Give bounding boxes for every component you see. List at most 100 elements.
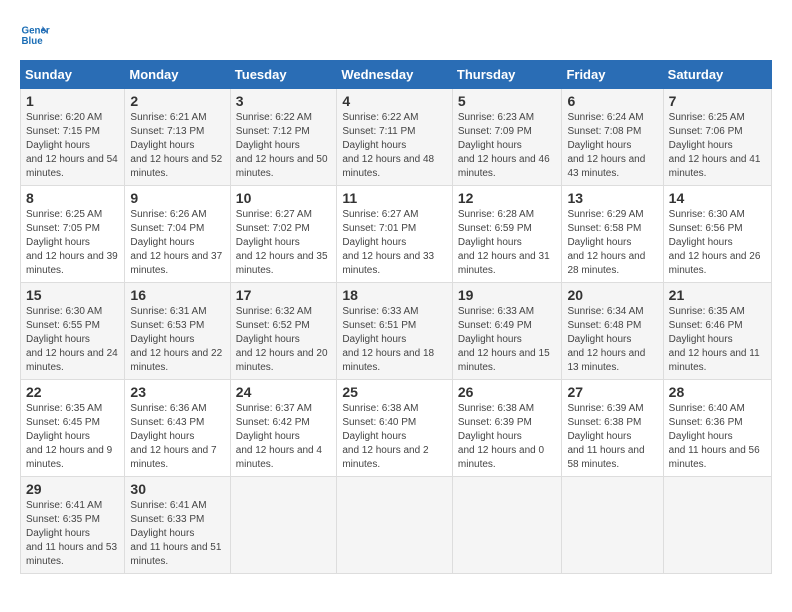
calendar-cell: 12 Sunrise: 6:28 AMSunset: 6:59 PMDaylig… xyxy=(452,186,562,283)
day-number: 14 xyxy=(669,190,766,206)
day-number: 29 xyxy=(26,481,119,497)
day-number: 23 xyxy=(130,384,224,400)
day-number: 19 xyxy=(458,287,557,303)
day-number: 11 xyxy=(342,190,447,206)
calendar-cell: 10 Sunrise: 6:27 AMSunset: 7:02 PMDaylig… xyxy=(230,186,337,283)
logo-icon: General Blue xyxy=(20,20,50,50)
day-number: 18 xyxy=(342,287,447,303)
day-detail: Sunrise: 6:35 AMSunset: 6:45 PMDaylight … xyxy=(26,403,112,470)
svg-text:Blue: Blue xyxy=(22,36,44,47)
day-number: 3 xyxy=(236,93,332,109)
calendar-cell: 11 Sunrise: 6:27 AMSunset: 7:01 PMDaylig… xyxy=(337,186,453,283)
calendar-cell: 4 Sunrise: 6:22 AMSunset: 7:11 PMDayligh… xyxy=(337,89,453,186)
day-detail: Sunrise: 6:41 AMSunset: 6:35 PMDaylight … xyxy=(26,500,117,567)
day-detail: Sunrise: 6:39 AMSunset: 6:38 PMDaylight … xyxy=(567,403,644,470)
day-number: 12 xyxy=(458,190,557,206)
day-number: 16 xyxy=(130,287,224,303)
calendar-cell xyxy=(337,477,453,574)
calendar-cell: 6 Sunrise: 6:24 AMSunset: 7:08 PMDayligh… xyxy=(562,89,663,186)
day-detail: Sunrise: 6:32 AMSunset: 6:52 PMDaylight … xyxy=(236,306,328,373)
calendar-cell: 21 Sunrise: 6:35 AMSunset: 6:46 PMDaylig… xyxy=(663,283,771,380)
logo: General Blue xyxy=(20,20,54,50)
day-number: 1 xyxy=(26,93,119,109)
day-number: 22 xyxy=(26,384,119,400)
calendar-cell: 26 Sunrise: 6:38 AMSunset: 6:39 PMDaylig… xyxy=(452,380,562,477)
calendar-cell: 27 Sunrise: 6:39 AMSunset: 6:38 PMDaylig… xyxy=(562,380,663,477)
calendar-week-3: 15 Sunrise: 6:30 AMSunset: 6:55 PMDaylig… xyxy=(21,283,772,380)
day-number: 4 xyxy=(342,93,447,109)
calendar-week-2: 8 Sunrise: 6:25 AMSunset: 7:05 PMDayligh… xyxy=(21,186,772,283)
day-number: 10 xyxy=(236,190,332,206)
calendar-cell: 2 Sunrise: 6:21 AMSunset: 7:13 PMDayligh… xyxy=(125,89,230,186)
day-number: 26 xyxy=(458,384,557,400)
calendar-cell: 24 Sunrise: 6:37 AMSunset: 6:42 PMDaylig… xyxy=(230,380,337,477)
day-detail: Sunrise: 6:26 AMSunset: 7:04 PMDaylight … xyxy=(130,209,222,276)
calendar-cell: 19 Sunrise: 6:33 AMSunset: 6:49 PMDaylig… xyxy=(452,283,562,380)
day-number: 8 xyxy=(26,190,119,206)
day-detail: Sunrise: 6:35 AMSunset: 6:46 PMDaylight … xyxy=(669,306,760,373)
calendar-cell: 8 Sunrise: 6:25 AMSunset: 7:05 PMDayligh… xyxy=(21,186,125,283)
day-detail: Sunrise: 6:27 AMSunset: 7:02 PMDaylight … xyxy=(236,209,328,276)
day-number: 9 xyxy=(130,190,224,206)
calendar-cell xyxy=(562,477,663,574)
column-header-tuesday: Tuesday xyxy=(230,61,337,89)
day-detail: Sunrise: 6:30 AMSunset: 6:55 PMDaylight … xyxy=(26,306,118,373)
day-number: 6 xyxy=(567,93,657,109)
day-detail: Sunrise: 6:22 AMSunset: 7:11 PMDaylight … xyxy=(342,112,434,179)
column-header-thursday: Thursday xyxy=(452,61,562,89)
day-number: 2 xyxy=(130,93,224,109)
day-number: 17 xyxy=(236,287,332,303)
day-detail: Sunrise: 6:22 AMSunset: 7:12 PMDaylight … xyxy=(236,112,328,179)
day-detail: Sunrise: 6:28 AMSunset: 6:59 PMDaylight … xyxy=(458,209,550,276)
calendar-cell: 15 Sunrise: 6:30 AMSunset: 6:55 PMDaylig… xyxy=(21,283,125,380)
calendar-week-5: 29 Sunrise: 6:41 AMSunset: 6:35 PMDaylig… xyxy=(21,477,772,574)
calendar-cell: 16 Sunrise: 6:31 AMSunset: 6:53 PMDaylig… xyxy=(125,283,230,380)
day-detail: Sunrise: 6:40 AMSunset: 6:36 PMDaylight … xyxy=(669,403,760,470)
calendar-cell: 5 Sunrise: 6:23 AMSunset: 7:09 PMDayligh… xyxy=(452,89,562,186)
day-detail: Sunrise: 6:30 AMSunset: 6:56 PMDaylight … xyxy=(669,209,761,276)
calendar-cell xyxy=(452,477,562,574)
calendar-cell: 30 Sunrise: 6:41 AMSunset: 6:33 PMDaylig… xyxy=(125,477,230,574)
day-detail: Sunrise: 6:23 AMSunset: 7:09 PMDaylight … xyxy=(458,112,550,179)
day-detail: Sunrise: 6:21 AMSunset: 7:13 PMDaylight … xyxy=(130,112,222,179)
calendar-week-1: 1 Sunrise: 6:20 AMSunset: 7:15 PMDayligh… xyxy=(21,89,772,186)
day-detail: Sunrise: 6:20 AMSunset: 7:15 PMDaylight … xyxy=(26,112,118,179)
calendar-cell xyxy=(663,477,771,574)
day-number: 25 xyxy=(342,384,447,400)
day-detail: Sunrise: 6:37 AMSunset: 6:42 PMDaylight … xyxy=(236,403,322,470)
calendar-header-row: SundayMondayTuesdayWednesdayThursdayFrid… xyxy=(21,61,772,89)
day-number: 28 xyxy=(669,384,766,400)
calendar-cell: 22 Sunrise: 6:35 AMSunset: 6:45 PMDaylig… xyxy=(21,380,125,477)
day-number: 21 xyxy=(669,287,766,303)
column-header-friday: Friday xyxy=(562,61,663,89)
calendar-cell: 28 Sunrise: 6:40 AMSunset: 6:36 PMDaylig… xyxy=(663,380,771,477)
calendar-cell xyxy=(230,477,337,574)
day-detail: Sunrise: 6:27 AMSunset: 7:01 PMDaylight … xyxy=(342,209,434,276)
calendar-cell: 29 Sunrise: 6:41 AMSunset: 6:35 PMDaylig… xyxy=(21,477,125,574)
day-detail: Sunrise: 6:29 AMSunset: 6:58 PMDaylight … xyxy=(567,209,645,276)
calendar-cell: 20 Sunrise: 6:34 AMSunset: 6:48 PMDaylig… xyxy=(562,283,663,380)
day-number: 7 xyxy=(669,93,766,109)
calendar-cell: 1 Sunrise: 6:20 AMSunset: 7:15 PMDayligh… xyxy=(21,89,125,186)
day-detail: Sunrise: 6:33 AMSunset: 6:51 PMDaylight … xyxy=(342,306,434,373)
day-number: 5 xyxy=(458,93,557,109)
day-detail: Sunrise: 6:38 AMSunset: 6:39 PMDaylight … xyxy=(458,403,544,470)
day-detail: Sunrise: 6:41 AMSunset: 6:33 PMDaylight … xyxy=(130,500,221,567)
calendar-cell: 18 Sunrise: 6:33 AMSunset: 6:51 PMDaylig… xyxy=(337,283,453,380)
column-header-saturday: Saturday xyxy=(663,61,771,89)
day-detail: Sunrise: 6:34 AMSunset: 6:48 PMDaylight … xyxy=(567,306,645,373)
day-detail: Sunrise: 6:38 AMSunset: 6:40 PMDaylight … xyxy=(342,403,428,470)
page-header: General Blue xyxy=(20,20,772,50)
day-number: 13 xyxy=(567,190,657,206)
calendar-cell: 25 Sunrise: 6:38 AMSunset: 6:40 PMDaylig… xyxy=(337,380,453,477)
day-number: 20 xyxy=(567,287,657,303)
day-number: 15 xyxy=(26,287,119,303)
day-detail: Sunrise: 6:25 AMSunset: 7:06 PMDaylight … xyxy=(669,112,761,179)
calendar-cell: 7 Sunrise: 6:25 AMSunset: 7:06 PMDayligh… xyxy=(663,89,771,186)
day-detail: Sunrise: 6:31 AMSunset: 6:53 PMDaylight … xyxy=(130,306,222,373)
day-number: 30 xyxy=(130,481,224,497)
day-detail: Sunrise: 6:33 AMSunset: 6:49 PMDaylight … xyxy=(458,306,550,373)
calendar-cell: 13 Sunrise: 6:29 AMSunset: 6:58 PMDaylig… xyxy=(562,186,663,283)
column-header-monday: Monday xyxy=(125,61,230,89)
calendar-cell: 17 Sunrise: 6:32 AMSunset: 6:52 PMDaylig… xyxy=(230,283,337,380)
